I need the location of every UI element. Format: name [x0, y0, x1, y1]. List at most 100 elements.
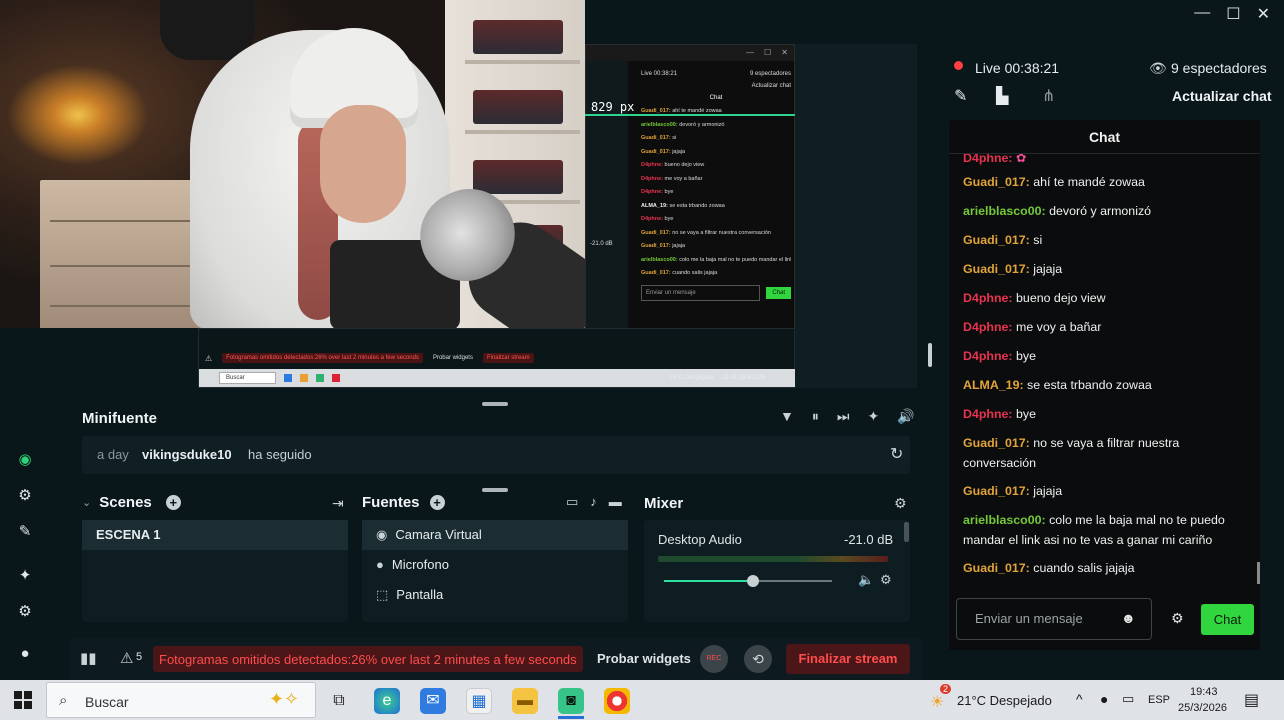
source-item-pantalla[interactable]: ⬚ Pantalla	[362, 580, 628, 610]
refresh-chat-button[interactable]: Actualizar chat	[1172, 88, 1272, 104]
source-audio-icon[interactable]: ♪	[590, 494, 597, 510]
dock-resize-handle[interactable]	[482, 402, 508, 406]
preview-maximize-icon: ☐	[764, 48, 772, 57]
chat-username[interactable]: D4phne:	[963, 407, 1013, 421]
chat-text: devoró y armonizó	[1049, 204, 1152, 218]
chat-settings-icon[interactable]: ⚙	[1171, 610, 1184, 627]
themes-icon[interactable]: ✎	[14, 520, 36, 542]
chat-username[interactable]: Guadi_017:	[963, 436, 1030, 450]
add-source-icon[interactable]: +	[429, 495, 445, 510]
preview-chat-button: Chat	[766, 286, 791, 299]
chat-username[interactable]: D4phne:	[963, 291, 1013, 305]
repeat-icon[interactable]: ↻	[890, 444, 903, 464]
notifications-icon[interactable]: ▤	[1244, 690, 1259, 710]
chat-username[interactable]: Guadi_017:	[963, 233, 1030, 247]
chat-username[interactable]: ALMA_19:	[963, 378, 1024, 392]
chat-username[interactable]: arielblasco00:	[963, 513, 1046, 527]
profile-icon[interactable]: ●	[14, 642, 36, 664]
test-widgets-button[interactable]: Probar widgets	[597, 651, 691, 666]
chat-username[interactable]: Guadi_017:	[963, 262, 1030, 276]
battery-icon[interactable]: ▭	[1122, 691, 1134, 707]
add-scene-icon[interactable]: +	[165, 495, 181, 510]
preview-chat-message: Guadi_017: cuando salis jajaja	[641, 270, 718, 276]
volume-slider[interactable]	[664, 575, 832, 587]
performance-icon[interactable]: ▮▮	[80, 649, 97, 667]
source-item-camara[interactable]: ◉ Camara Virtual	[362, 520, 628, 550]
window-close-icon[interactable]: ✕	[1257, 4, 1270, 24]
end-stream-button[interactable]: Finalizar stream	[786, 644, 910, 674]
volume-icon[interactable]: 🔊	[897, 408, 914, 425]
language-indicator[interactable]: ESP	[1148, 694, 1170, 706]
task-view-icon[interactable]: ⧉	[326, 688, 352, 714]
chrome-icon[interactable]	[604, 688, 630, 714]
chat-username[interactable]: Guadi_017:	[963, 484, 1030, 498]
screen-icon: ⬚	[376, 587, 389, 602]
tray-chevron-icon[interactable]: ^	[1076, 691, 1083, 707]
replay-buffer-icon[interactable]: ⟲	[744, 645, 772, 673]
emoji-icon[interactable]: ☻	[1121, 610, 1136, 626]
search-highlight-icon: ✦✧	[268, 689, 299, 709]
mixer-channel-settings-icon[interactable]: ⚙	[880, 572, 892, 588]
dropped-frames-warning[interactable]: Fotogramas omitidos detectados:26% over …	[153, 646, 583, 672]
chat-username[interactable]: Guadi_017:	[963, 561, 1030, 575]
chat-username[interactable]: D4phne:	[963, 320, 1013, 334]
panel-resize-handle[interactable]	[928, 343, 932, 367]
rec-button[interactable]: REC	[700, 645, 728, 673]
nested-dropped: Fotogramas omitidos detectados:26% over …	[222, 353, 423, 363]
store-icon[interactable]: ▦	[466, 688, 492, 714]
chat-text: cuando salis jajaja	[1033, 561, 1135, 575]
chat-username[interactable]: Guadi_017:	[963, 175, 1030, 189]
clock-time[interactable]: 19:43	[1190, 686, 1218, 698]
windows-start-icon[interactable]	[14, 691, 32, 709]
mixer-title: Mixer	[644, 495, 684, 512]
source-preview-icon[interactable]: ▭	[566, 494, 578, 510]
mixer-meter	[658, 556, 888, 562]
preview-live: Live 00:38:21	[641, 71, 678, 77]
pixel-measure-line	[585, 114, 795, 116]
taskbar-search[interactable]: ⌕ Buscar ✦✧	[46, 682, 316, 718]
preview-viewers: 9 espectadores	[749, 71, 791, 77]
source-item-microfono[interactable]: ● Microfono	[362, 550, 628, 580]
editor-icon[interactable]: ⚙	[14, 484, 36, 506]
scene-item[interactable]: ESCENA 1	[82, 520, 348, 550]
sources-list: ◉ Camara Virtual ● Microfono ⬚ Pantalla	[362, 520, 628, 622]
outlook-icon[interactable]: ✉	[420, 688, 446, 714]
mute-alerts-icon[interactable]: ✦	[867, 408, 879, 425]
window-minimize-icon[interactable]: —	[1194, 4, 1210, 24]
preview-update: Actualizar chat	[751, 83, 791, 89]
filter-icon[interactable]: ▼	[780, 408, 794, 425]
chat-username[interactable]: D4phne:	[963, 349, 1013, 363]
chat-message: Guadi_017: cuando salis jajaja	[963, 558, 1248, 578]
weather-icon[interactable]: ☀	[930, 692, 944, 712]
settings-icon[interactable]: ⚙	[14, 600, 36, 622]
chat-send-button[interactable]: Chat	[1201, 604, 1254, 635]
chat-username[interactable]: arielblasco00:	[963, 204, 1046, 218]
window-maximize-icon[interactable]: ☐	[1226, 4, 1240, 24]
edit-stream-icon[interactable]: ✎	[954, 86, 967, 106]
mixer-mute-icon[interactable]: 🔈	[858, 572, 874, 588]
dock-resize-handle-2[interactable]	[482, 488, 508, 492]
highlighter-icon[interactable]: ✦	[14, 564, 36, 586]
clip-icon[interactable]: ▙	[996, 86, 1008, 106]
preview-close-icon: ✕	[781, 48, 788, 57]
weather-text[interactable]: 21°C Despejado	[957, 693, 1052, 708]
source-folder-icon[interactable]: ▬	[609, 494, 622, 510]
skip-icon[interactable]: ⏭	[837, 408, 850, 425]
chat-message: Guadi_017: jajaja	[963, 481, 1248, 501]
edge-icon[interactable]: e	[374, 688, 400, 714]
clock-date[interactable]: 25/3/2026	[1178, 702, 1227, 714]
streamlabs-icon[interactable]: ◙	[558, 688, 584, 714]
studio-docks: Minifuente ▼ ⏸ ⏭ ✦ 🔊 a day vikingsduke10…	[70, 388, 922, 680]
microphone-tray-icon[interactable]: ●	[1100, 691, 1108, 707]
share-icon[interactable]: ⋔	[1042, 86, 1055, 106]
chat-scrollbar[interactable]	[1257, 562, 1260, 584]
scene-transitions-icon[interactable]: ⇥	[332, 495, 344, 512]
chat-panel: — ☐ ✕ Live 00:38:21 👁 9 espectadores ✎ ▙…	[922, 0, 1284, 680]
alert-icon[interactable]: ⚠	[120, 649, 133, 667]
studio-mode-icon[interactable]: ◉	[14, 448, 36, 470]
chat-text: ahí te mandé zowaa	[1033, 175, 1145, 189]
chat-username[interactable]: D4phne:	[963, 154, 1013, 165]
pause-icon[interactable]: ⏸	[812, 408, 819, 425]
file-explorer-icon[interactable]: ▬	[512, 688, 538, 714]
mixer-settings-icon[interactable]: ⚙	[894, 495, 907, 512]
